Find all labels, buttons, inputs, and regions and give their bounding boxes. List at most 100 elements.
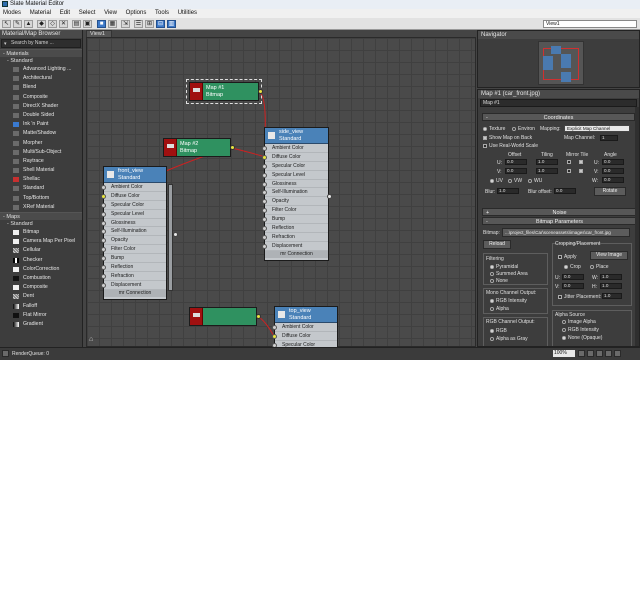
input-socket[interactable] <box>262 172 267 178</box>
v-tile-checkbox[interactable] <box>579 169 583 173</box>
material-item[interactable]: Advanced Lighting ... <box>0 65 82 74</box>
node-side-view-header[interactable]: side_view Standard <box>265 128 328 144</box>
mono-rgb-intensity-radio[interactable] <box>490 299 494 303</box>
menu-utilities[interactable]: Utilities <box>175 10 201 16</box>
node-map2-header[interactable]: Map #2 Bitmap <box>163 138 231 157</box>
node-slot[interactable]: Filter Color <box>101 245 166 255</box>
rotate-button[interactable]: Rotate <box>594 187 626 196</box>
node-map1-bitmap[interactable]: Map #1 Bitmap <box>186 79 263 104</box>
input-socket[interactable] <box>262 234 267 240</box>
view-selector-dropdown[interactable]: View1 <box>543 20 637 28</box>
show-map-icon[interactable]: ■ <box>97 20 106 28</box>
material-item[interactable]: Double Sided <box>0 111 82 120</box>
input-socket[interactable] <box>101 282 106 288</box>
input-socket[interactable] <box>101 220 106 226</box>
rgb-radio[interactable] <box>490 329 494 333</box>
input-socket[interactable] <box>262 217 267 223</box>
node-map1-header[interactable]: Map #1 Bitmap <box>189 82 259 101</box>
map-channel-field[interactable]: 1 <box>600 135 618 141</box>
v-mirror-checkbox[interactable] <box>567 169 571 173</box>
input-socket[interactable] <box>101 265 106 271</box>
node-slot[interactable]: Ambient Color <box>272 323 337 332</box>
input-socket[interactable] <box>101 273 106 279</box>
input-socket[interactable] <box>262 208 267 214</box>
assign-material-icon[interactable]: ◆ <box>37 20 46 28</box>
alpha-as-gray-radio[interactable] <box>490 337 494 341</box>
input-socket[interactable] <box>101 238 106 244</box>
reload-button[interactable]: Reload <box>483 240 511 249</box>
node-slot[interactable]: Displacement <box>262 242 328 251</box>
jitter-placement-field[interactable]: 1.0 <box>602 293 622 299</box>
node-slot[interactable]: Ambient Color <box>101 183 166 192</box>
hide-unused-slots-icon[interactable]: ☰ <box>134 20 143 28</box>
navigator-preview[interactable] <box>538 41 584 85</box>
node-map2-output-socket[interactable] <box>230 145 235 150</box>
make-unique-icon[interactable]: ▣ <box>83 20 92 28</box>
input-socket[interactable] <box>262 163 267 169</box>
node-slot[interactable]: Diffuse Color <box>101 192 166 201</box>
node-slot[interactable]: Specular Color <box>262 162 328 171</box>
node-slot[interactable]: Diffuse Color <box>272 332 337 341</box>
material-item[interactable]: Shellac <box>0 175 82 184</box>
u-tiling-field[interactable]: 1.0 <box>536 159 558 165</box>
input-socket[interactable] <box>101 256 106 262</box>
node-slot[interactable]: Reflection <box>262 224 328 233</box>
input-socket[interactable] <box>101 193 106 199</box>
v-tiling-field[interactable]: 1.0 <box>536 168 558 174</box>
node-map3-header[interactable] <box>189 307 257 326</box>
node-slot[interactable]: Filter Color <box>262 206 328 216</box>
map-item[interactable]: Cellular <box>0 246 82 255</box>
input-socket[interactable] <box>262 226 267 232</box>
blur-offset-field[interactable]: 0.0 <box>554 188 576 194</box>
map-item[interactable]: Flat Mirror <box>0 311 82 320</box>
reset-map-icon[interactable]: ✕ <box>59 20 68 28</box>
menu-select[interactable]: Select <box>76 10 100 16</box>
material-item[interactable]: Architectural <box>0 74 82 83</box>
subcategory-standard-materials[interactable]: - Standard <box>0 57 82 65</box>
blur-field[interactable]: 1.0 <box>497 188 519 194</box>
layout-children-icon[interactable]: ⊟ <box>156 20 165 28</box>
layout-all-icon[interactable]: ⊞ <box>145 20 154 28</box>
node-front-view-material[interactable]: front_view Standard Ambient Color Diffuse… <box>101 166 178 300</box>
material-item[interactable]: Shell Material <box>0 166 82 175</box>
crop-h-field[interactable]: 1.0 <box>600 283 622 289</box>
wu-radio[interactable] <box>528 179 532 183</box>
node-scrollbar[interactable] <box>168 184 173 291</box>
node-slot[interactable]: Opacity <box>101 236 166 246</box>
input-socket[interactable] <box>101 211 106 217</box>
rollout-coordinates[interactable]: - Coordinates <box>482 113 635 121</box>
material-item[interactable]: Standard <box>0 184 82 193</box>
category-materials[interactable]: - Materials <box>0 49 82 57</box>
map-item[interactable]: Bitmap <box>0 228 82 237</box>
zoom-extents-icon[interactable] <box>605 350 612 357</box>
node-view-area[interactable]: Map #1 Bitmap Map #2 Bitmap front_view S… <box>86 37 476 350</box>
node-slot[interactable]: Displacement <box>101 281 166 290</box>
map-item[interactable]: Combustion <box>0 274 82 283</box>
map-item[interactable]: Gradient <box>0 320 82 329</box>
input-socket[interactable] <box>262 154 267 160</box>
put-to-scene-icon[interactable]: ▲ <box>24 20 33 28</box>
node-slot[interactable]: Bump <box>262 215 328 225</box>
material-item[interactable]: Top/Bottom <box>0 194 82 203</box>
assign-selection-icon[interactable]: ◇ <box>48 20 57 28</box>
material-map-browser-icon[interactable]: ▥ <box>167 20 176 28</box>
map-item[interactable]: Dent <box>0 292 82 301</box>
pyramidal-radio[interactable] <box>490 265 494 269</box>
subcategory-standard-maps[interactable]: - Standard <box>0 220 82 228</box>
node-slot[interactable]: Bump <box>101 254 166 264</box>
show-background-icon[interactable]: ▦ <box>108 20 117 28</box>
u-tile-checkbox[interactable] <box>579 160 583 164</box>
crop-radio[interactable] <box>564 265 568 269</box>
material-item[interactable]: Matte/Shadow <box>0 129 82 138</box>
node-slot[interactable]: Glossiness <box>262 180 328 189</box>
zoom-icon[interactable] <box>578 350 585 357</box>
input-socket[interactable] <box>101 185 106 190</box>
zoom-level-field[interactable]: 100% <box>553 350 575 357</box>
rollout-noise[interactable]: + Noise <box>482 208 637 216</box>
map-item[interactable]: Camera Map Per Pixel <box>0 237 82 246</box>
node-map2-bitmap[interactable]: Map #2 Bitmap <box>163 138 235 157</box>
crop-w-field[interactable]: 1.0 <box>600 274 622 280</box>
place-radio[interactable] <box>590 265 594 269</box>
node-side-view-output-socket[interactable] <box>327 194 332 199</box>
map-item[interactable]: ColorCorrection <box>0 265 82 274</box>
